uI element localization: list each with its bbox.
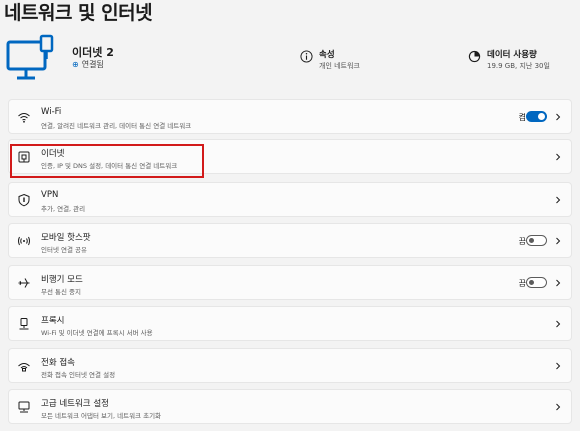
settings-item-title: 모바일 핫스팟	[41, 233, 91, 243]
device-name: 이더넷 2	[72, 46, 114, 59]
data-usage-link[interactable]: 데이터 사용량 19.9 GB, 지난 30일	[468, 48, 578, 74]
settings-item-sub: 모든 네트워크 어댑터 보기, 네트워크 초기화	[41, 412, 162, 420]
dialup-icon	[18, 363, 30, 372]
settings-item-title: 전화 접속	[41, 358, 75, 368]
settings-item-proxy[interactable]: 프록시 Wi-Fi 및 이더넷 연결에 프록시 서버 사용	[8, 306, 572, 341]
chevron-right-icon	[556, 362, 561, 370]
settings-item-title: 고급 네트워크 설정	[41, 399, 109, 409]
ethernet-device-icon	[6, 34, 54, 80]
settings-item-title: Wi-Fi	[41, 107, 62, 117]
settings-item-sub: Wi-Fi 및 이더넷 연결에 프록시 서버 사용	[41, 329, 153, 337]
chevron-right-icon	[556, 196, 561, 204]
settings-item-sub: 추가, 연결, 관리	[41, 205, 86, 213]
settings-item-sub: 연결, 알려진 네트워크 관리, 데이터 통신 연결 네트워크	[41, 122, 192, 130]
properties-label: 속성	[319, 50, 335, 60]
settings-item-dialup[interactable]: 전화 접속 전화 접속 인터넷 연결 설정	[8, 348, 572, 383]
advanced-network-icon	[18, 401, 30, 413]
data-usage-label: 데이터 사용량	[487, 50, 537, 60]
device-status: ⊕ 연결됨	[72, 59, 104, 70]
page-title: 네트워크 및 인터넷	[4, 2, 153, 24]
ethernet-highlight-box	[10, 144, 204, 178]
hotspot-toggle-label: 끔	[518, 237, 526, 246]
airplane-toggle-label: 끔	[518, 279, 526, 288]
wifi-icon	[18, 113, 30, 123]
connected-globe-icon: ⊕	[72, 60, 79, 69]
chevron-right-icon	[556, 403, 561, 411]
wifi-toggle-label: 켬	[518, 113, 526, 122]
hotspot-icon	[18, 236, 30, 246]
chevron-right-icon	[556, 279, 561, 287]
wifi-toggle[interactable]	[526, 111, 547, 122]
chevron-right-icon	[556, 113, 561, 121]
settings-item-title: VPN	[41, 190, 59, 200]
info-icon	[300, 50, 313, 63]
data-usage-icon	[468, 50, 481, 63]
settings-item-title: 비행기 모드	[41, 275, 83, 285]
properties-link[interactable]: 속성 개인 네트워크	[300, 48, 410, 74]
settings-item-sub: 무선 통신 중지	[41, 288, 82, 296]
hotspot-toggle[interactable]	[526, 235, 547, 246]
chevron-right-icon	[556, 320, 561, 328]
settings-item-wifi[interactable]: Wi-Fi 연결, 알려진 네트워크 관리, 데이터 통신 연결 네트워크 켬	[8, 99, 572, 134]
chevron-right-icon	[556, 153, 561, 161]
data-usage-sub: 19.9 GB, 지난 30일	[487, 62, 550, 70]
settings-item-advanced-network[interactable]: 고급 네트워크 설정 모든 네트워크 어댑터 보기, 네트워크 초기화	[8, 389, 572, 424]
properties-sub: 개인 네트워크	[319, 62, 360, 70]
airplane-toggle[interactable]	[526, 277, 547, 288]
settings-item-airplane-mode[interactable]: 비행기 모드 무선 통신 중지 끔	[8, 265, 572, 300]
device-header: 이더넷 2 ⊕ 연결됨 속성 개인 네트워크 데이터 사용량 19.9 GB, 지…	[0, 28, 580, 86]
settings-item-sub: 인터넷 연결 공유	[41, 246, 87, 254]
chevron-right-icon	[556, 237, 561, 245]
settings-item-mobile-hotspot[interactable]: 모바일 핫스팟 인터넷 연결 공유 끔	[8, 223, 572, 258]
vpn-shield-icon	[18, 193, 30, 207]
settings-item-title: 프록시	[41, 316, 65, 326]
proxy-icon	[19, 318, 29, 330]
settings-item-sub: 전화 접속 인터넷 연결 설정	[41, 371, 116, 379]
airplane-icon	[18, 278, 30, 288]
device-status-text: 연결됨	[81, 60, 104, 69]
settings-item-vpn[interactable]: VPN 추가, 연결, 관리	[8, 182, 572, 217]
